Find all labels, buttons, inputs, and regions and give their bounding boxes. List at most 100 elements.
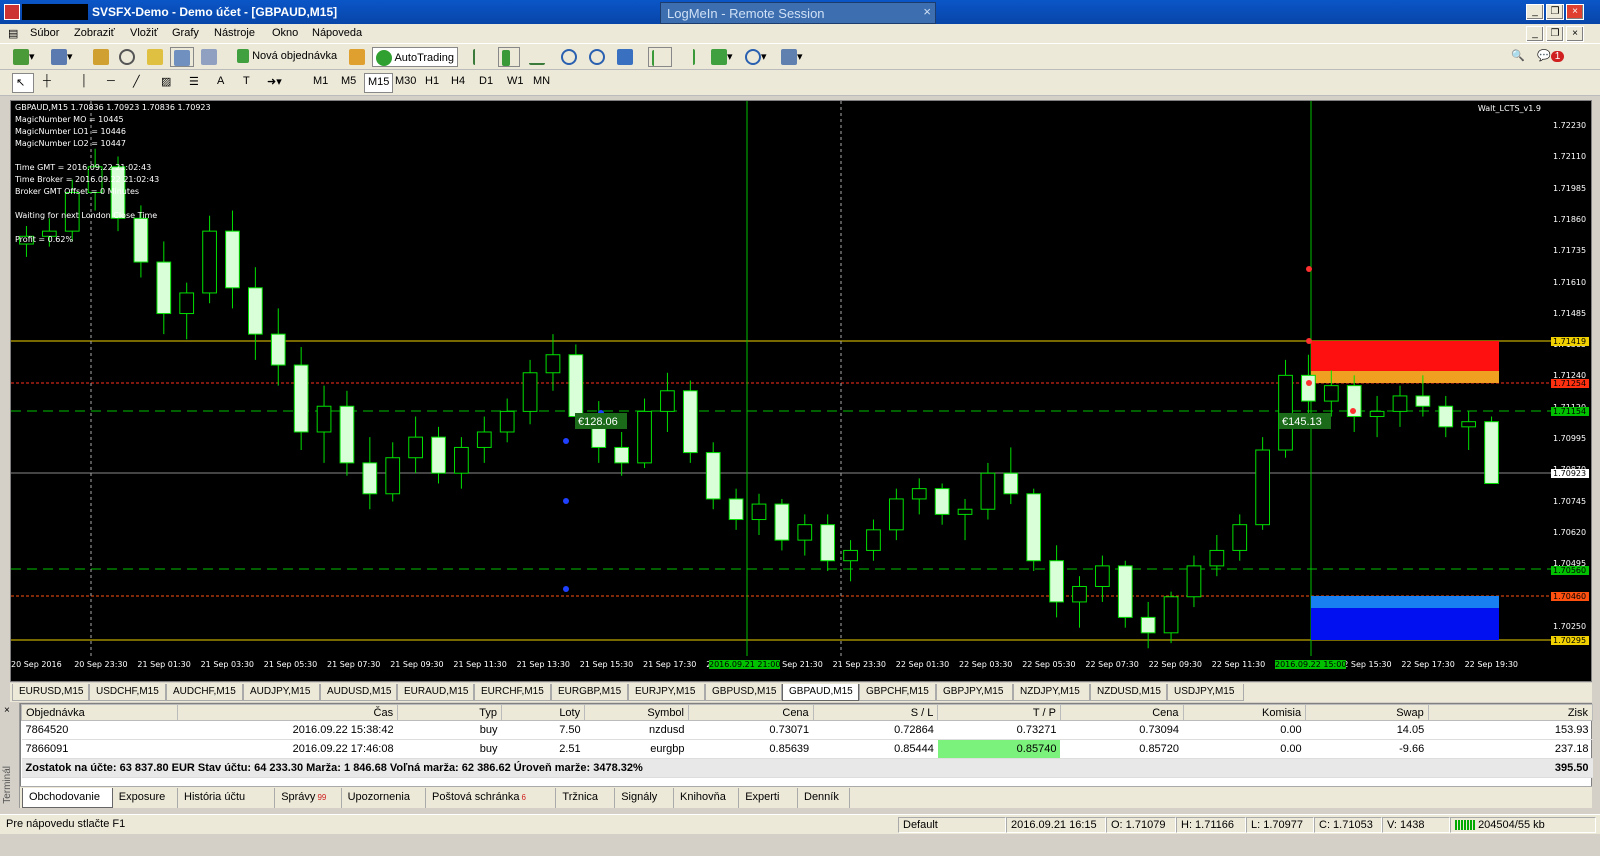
- symbol-tab[interactable]: NZDUSD,M15: [1090, 684, 1167, 701]
- column-header[interactable]: Cena: [1059, 704, 1184, 721]
- order-marker[interactable]: [1306, 266, 1312, 272]
- market-watch-button[interactable]: [90, 47, 112, 67]
- zoom-in-button[interactable]: [558, 47, 580, 67]
- terminal-tab[interactable]: Obchodovanie: [22, 788, 113, 808]
- terminal-tab[interactable]: Upozornenia: [342, 788, 426, 808]
- cursor-button[interactable]: ↖: [12, 73, 34, 93]
- symbol-tab[interactable]: AUDUSD,M15: [320, 684, 397, 701]
- tile-windows-button[interactable]: [614, 47, 636, 67]
- menu-insert[interactable]: Vložiť: [130, 27, 158, 39]
- terminal-button[interactable]: [170, 47, 194, 67]
- column-header[interactable]: Swap: [1305, 704, 1429, 721]
- symbol-tab[interactable]: AUDCHF,M15: [166, 684, 243, 701]
- close-icon[interactable]: ×: [923, 4, 931, 19]
- new-order-button[interactable]: Nová objednávka: [234, 47, 340, 67]
- equidistant-channel-button[interactable]: ▨: [158, 73, 180, 93]
- tf-m30[interactable]: M30: [392, 73, 419, 93]
- terminal-tab[interactable]: Signály: [615, 788, 674, 808]
- terminal-tab[interactable]: Knihovňa: [674, 788, 740, 808]
- fibonacci-button[interactable]: ☰: [186, 73, 208, 93]
- terminal-tab[interactable]: Tržnica: [556, 788, 616, 808]
- menu-help[interactable]: Nápoveda: [312, 27, 362, 39]
- profiles-button[interactable]: ▾: [48, 47, 76, 67]
- column-header[interactable]: Cena: [688, 704, 814, 721]
- order-marker[interactable]: [1306, 380, 1312, 386]
- symbol-tab[interactable]: EURJPY,M15: [628, 684, 705, 701]
- column-header[interactable]: Symbol: [584, 704, 689, 721]
- vertical-line-button[interactable]: │: [78, 73, 100, 93]
- tester-button[interactable]: [198, 47, 220, 67]
- bar-chart-button[interactable]: [470, 47, 492, 67]
- chart-shift-button[interactable]: [676, 47, 698, 67]
- child-restore-button[interactable]: ❐: [1546, 26, 1564, 42]
- symbol-tab[interactable]: GBPCHF,M15: [859, 684, 936, 701]
- symbol-tab[interactable]: NZDJPY,M15: [1013, 684, 1090, 701]
- symbol-tab[interactable]: EURUSD,M15: [12, 684, 89, 701]
- column-header[interactable]: S / L: [812, 704, 939, 721]
- tf-mn[interactable]: MN: [530, 73, 553, 93]
- arrows-button[interactable]: ➜▾: [264, 73, 286, 93]
- zoom-out-button[interactable]: [586, 47, 608, 67]
- child-minimize-button[interactable]: _: [1526, 26, 1544, 42]
- entry-marker[interactable]: [563, 498, 569, 504]
- column-header[interactable]: Loty: [500, 704, 586, 721]
- symbol-tab[interactable]: AUDJPY,M15: [243, 684, 320, 701]
- autoscroll-button[interactable]: [648, 47, 672, 67]
- horizontal-line-button[interactable]: ─: [104, 73, 126, 93]
- restore-button[interactable]: ❐: [1546, 4, 1564, 20]
- symbol-tab[interactable]: EURCHF,M15: [474, 684, 551, 701]
- data-window-button[interactable]: [116, 47, 138, 67]
- menu-tools[interactable]: Nástroje: [214, 27, 255, 39]
- terminal-tab[interactable]: Exposure: [113, 788, 178, 808]
- text-button[interactable]: A: [214, 73, 236, 93]
- symbol-tab[interactable]: GBPJPY,M15: [936, 684, 1013, 701]
- symbol-tab[interactable]: EURAUD,M15: [397, 684, 474, 701]
- terminal-tab[interactable]: Poštová schránka 6: [426, 788, 557, 808]
- doc-icon[interactable]: ▤: [8, 27, 18, 40]
- column-header[interactable]: Komisia: [1182, 704, 1307, 721]
- new-chart-button[interactable]: ▾: [10, 47, 38, 67]
- candle-chart-button[interactable]: [498, 47, 520, 67]
- chart-canvas[interactable]: €128.06 €145.13: [11, 101, 1592, 682]
- symbol-tab[interactable]: EURGBP,M15: [551, 684, 628, 701]
- symbol-tab[interactable]: USDCHF,M15: [89, 684, 166, 701]
- column-header[interactable]: T / P: [937, 704, 1061, 721]
- search-button[interactable]: 🔍: [1508, 47, 1530, 67]
- tf-m1[interactable]: M1: [310, 73, 332, 93]
- order-marker[interactable]: [1306, 338, 1312, 344]
- navigator-button[interactable]: [144, 47, 166, 67]
- order-row[interactable]: 7864520 2016.09.22 15:38:42 buy 7.50 nzdusd 0…: [21, 720, 1593, 740]
- text-label-button[interactable]: T: [240, 73, 262, 93]
- terminal-tab[interactable]: Denník: [798, 788, 851, 808]
- tf-m15[interactable]: M15: [364, 73, 394, 93]
- crosshair-button[interactable]: ┼: [40, 73, 62, 93]
- minimize-button[interactable]: _: [1526, 4, 1544, 20]
- trendline-button[interactable]: ╱: [130, 73, 152, 93]
- entry-marker[interactable]: [563, 438, 569, 444]
- tf-h4[interactable]: H4: [448, 73, 470, 93]
- tf-d1[interactable]: D1: [476, 73, 498, 93]
- terminal-tab[interactable]: Správy 99: [275, 788, 342, 808]
- metaeditor-button[interactable]: [346, 47, 368, 67]
- column-header[interactable]: Typ: [397, 704, 502, 721]
- order-marker[interactable]: [1350, 408, 1356, 414]
- close-button[interactable]: ×: [1566, 4, 1584, 20]
- column-header[interactable]: Zisk: [1427, 704, 1594, 721]
- entry-marker[interactable]: [563, 586, 569, 592]
- app-icon[interactable]: [4, 4, 20, 20]
- order-row[interactable]: 7866091 2016.09.22 17:46:08 buy 2.51 eurgbp 0…: [21, 739, 1593, 759]
- line-chart-button[interactable]: [526, 47, 548, 67]
- menu-window[interactable]: Okno: [272, 27, 298, 39]
- symbol-tab[interactable]: GBPUSD,M15: [705, 684, 782, 701]
- templates-button[interactable]: ▾: [778, 47, 806, 67]
- symbol-tab[interactable]: GBPAUD,M15: [782, 684, 859, 701]
- autotrading-button[interactable]: AutoTrading: [372, 47, 458, 67]
- tf-m5[interactable]: M5: [338, 73, 360, 93]
- column-header[interactable]: Objednávka: [21, 704, 178, 721]
- column-header[interactable]: Čas: [176, 704, 399, 721]
- price-chart[interactable]: €128.06 €145.13 GBPAUD,M15 1.70836 1.7092…: [10, 100, 1592, 682]
- menu-view[interactable]: Zobraziť: [74, 27, 115, 39]
- indicators-button[interactable]: ▾: [708, 47, 736, 67]
- periods-button[interactable]: ▾: [742, 47, 770, 67]
- close-icon[interactable]: ×: [4, 705, 10, 716]
